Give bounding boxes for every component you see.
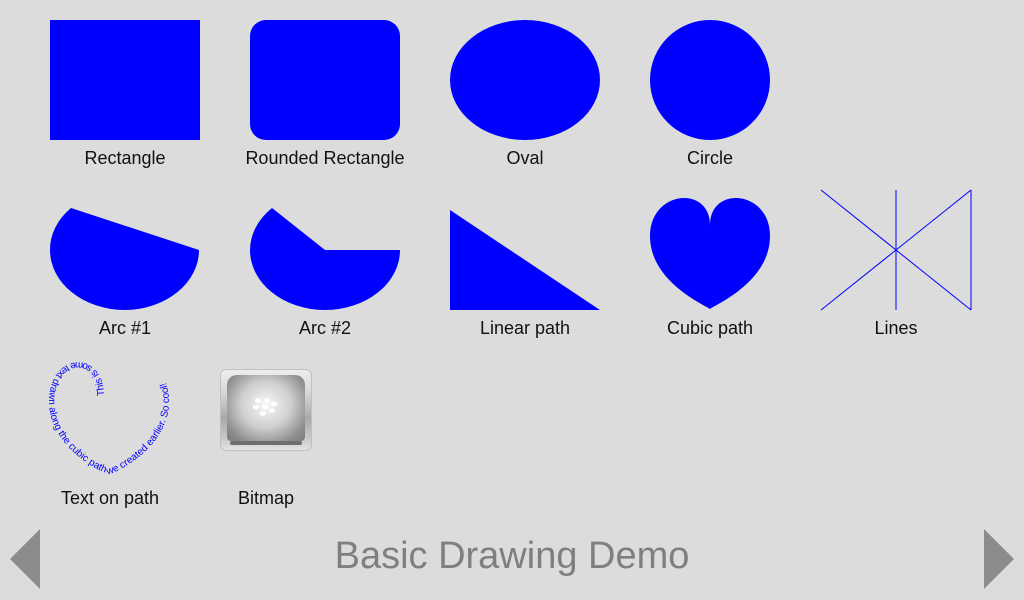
bitmap-image [220,369,312,451]
triangle-right-icon [984,529,1014,589]
triangle-left-icon [10,529,40,589]
text-on-path-shape: This is some text drawn along the cubic … [46,359,172,478]
bitmap-caption: Bitmap [237,488,295,508]
circle-shape [650,20,770,140]
circle-caption: Circle [686,148,733,168]
lines-shape [820,189,972,311]
next-page-button[interactable] [984,529,1014,589]
arc2-shape [250,208,400,310]
page-title: Basic Drawing Demo [334,535,690,577]
blackberry-logo-icon [252,398,278,416]
linear-path-shape [450,210,600,310]
shapes-canvas: This is some text drawn along the cubic … [46,20,972,478]
arc1-shape [49,208,200,310]
rounded-rectangle-shape [250,20,400,140]
oval-shape [450,20,600,140]
lines-caption: Lines [874,318,918,338]
rectangle-shape [50,20,200,140]
previous-page-button[interactable] [10,529,40,589]
cubic-path-shape [650,197,770,309]
